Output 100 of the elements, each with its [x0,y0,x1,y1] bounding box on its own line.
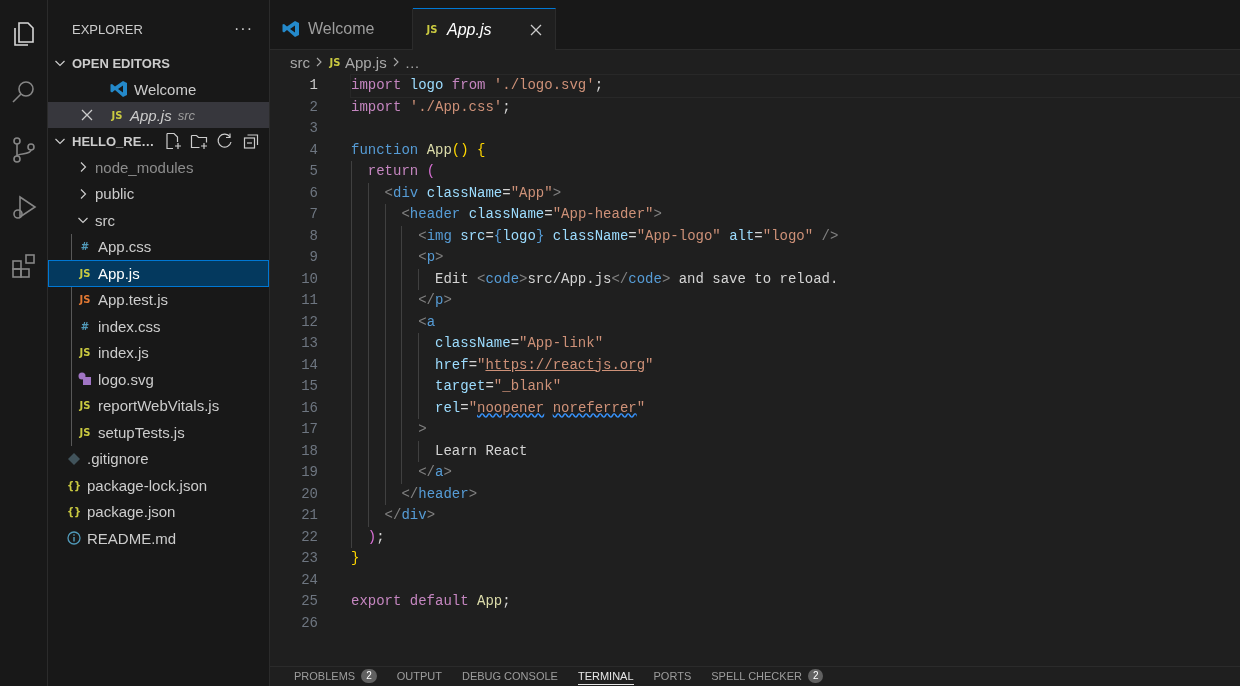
sidebar-title: EXPLORER [72,21,143,37]
open-editor-item[interactable]: Welcome [48,76,269,102]
vscode-logo-icon [282,20,300,38]
file-item[interactable]: JS App.js [48,260,269,287]
code-line: import './App.css'; [351,98,511,115]
file-item[interactable]: # index.css [48,313,269,340]
code-line: <a [417,313,436,330]
code-line: </p> [417,292,452,308]
line-number: 21 [300,506,318,525]
close-icon[interactable] [529,22,543,37]
panel-tab[interactable]: PORTS [653,668,692,685]
line-number: 7 [308,205,318,224]
line-number: 17 [300,420,318,439]
collapse-all-icon[interactable] [242,132,261,150]
file-item[interactable]: # App.css [48,233,269,260]
line-number: 20 [300,484,318,504]
line-number: 19 [300,463,318,482]
code-line: href="https://reactjs.org" [434,356,654,373]
line-number: 23 [300,549,318,568]
file-type-icon: JS [78,294,92,306]
info-icon [67,531,81,546]
code-line: > [417,421,427,437]
new-folder-icon[interactable] [190,132,209,150]
section-header[interactable]: OPEN EDITORS [48,50,269,76]
breadcrumb[interactable]: src [290,53,310,71]
line-number: 1 [308,76,318,95]
code-line: export default App; [351,593,511,609]
panel-tab[interactable]: OUTPUT [396,668,442,685]
folder-item[interactable]: public [48,180,269,207]
file-type-icon: JS [78,400,92,412]
file-item[interactable]: README.md [48,525,269,552]
line-number: 9 [308,248,318,267]
file-type-icon: JS [78,426,92,438]
line-number: 2 [308,97,318,117]
more-actions-button[interactable]: ··· [234,20,253,38]
line-number: 25 [300,592,318,611]
file-item[interactable]: JS setupTests.js [48,419,269,446]
file-type-icon: # [78,241,92,253]
file-item[interactable]: .gitignore [48,445,269,472]
line-number: 14 [300,355,318,375]
line-number: 5 [308,162,318,181]
file-type-icon: {} [67,506,81,518]
line-number: 26 [300,613,318,633]
line-number: 22 [300,527,318,547]
code-line: <img src={logo} className="App-logo" alt="logo" /> [417,227,839,244]
code-line: return ( [366,163,436,179]
file-item[interactable]: JS index.js [48,339,269,366]
file-type-icon: JS [425,24,439,35]
file-type-icon: {} [67,479,81,491]
code-line: </div> [383,507,436,523]
code-line: <p> [417,249,444,265]
folder-item[interactable]: node_modules [48,154,269,181]
open-editor-item[interactable]: JS App.js src [48,102,269,128]
file-item[interactable]: JS reportWebVitals.js [48,392,269,419]
line-number: 13 [300,334,318,353]
line-number: 11 [300,291,318,310]
code-line: className="App-link" [434,335,604,351]
diamond-icon [67,451,81,466]
code-line: <header className="App-header"> [400,206,662,222]
file-type-icon: JS [78,267,92,279]
extensions-icon[interactable] [9,252,38,280]
code-line: rel="noopener noreferrer" [434,399,646,416]
file-type-icon: # [78,320,92,332]
file-item[interactable]: {} package.json [48,498,269,525]
line-number: 6 [308,183,318,203]
code-line: target="_blank" [434,378,562,394]
code-line: Learn React [434,442,528,459]
panel-tab[interactable]: SPELL CHECKER 2 [711,668,824,685]
line-number: 12 [300,312,318,332]
breadcrumb[interactable]: … [404,53,420,71]
code-line: import logo from './logo.svg'; [351,77,604,93]
file-item[interactable]: {} package-lock.json [48,472,269,499]
file-type-icon: JS [78,347,92,359]
section-header[interactable]: HELLO_RE… [72,133,155,149]
line-number: 16 [300,398,318,418]
close-icon[interactable] [80,108,94,122]
line-number: 8 [308,226,318,246]
code-line: function App() { [351,141,486,158]
new-file-icon[interactable] [164,132,183,150]
code-line: </header> [400,485,478,502]
line-number: 3 [308,119,318,138]
file-item[interactable]: JS App.test.js [48,286,269,313]
panel-tab[interactable]: PROBLEMS 2 [294,668,377,685]
vscode-logo-icon [110,80,128,98]
line-number: 24 [300,570,318,590]
code-line: <div className="App"> [383,184,562,201]
breadcrumb[interactable]: App.js [345,53,387,71]
code-line: } [351,550,360,566]
editor-tab[interactable]: JS App.js [413,8,556,50]
code-line: ); [366,528,385,545]
file-type-icon: JS [110,109,124,121]
line-number: 4 [308,140,318,160]
image-file-icon [78,372,92,387]
panel-tab[interactable]: TERMINAL [577,668,634,685]
code-line: </a> [417,464,452,480]
folder-item[interactable]: src [48,207,269,234]
code-line: Edit <code>src/App.js</code> and save to reload. [434,270,839,287]
panel-tab[interactable]: DEBUG CONSOLE [461,668,558,685]
line-number: 10 [300,269,318,289]
file-item[interactable]: logo.svg [48,366,269,393]
